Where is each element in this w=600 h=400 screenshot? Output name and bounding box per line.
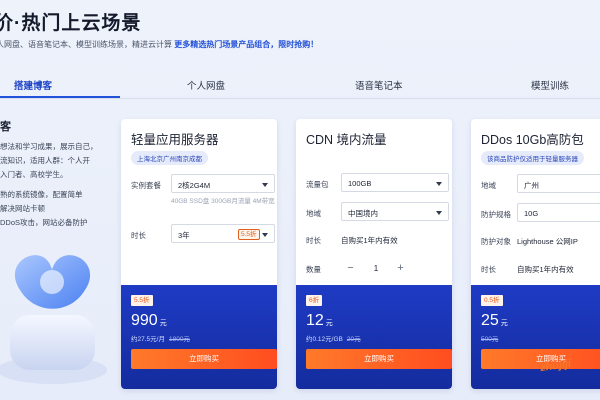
product-card-lighthouse: 轻量应用服务器 上海北京广州南京成都 实例套餐 2核2G4M 40GB SSD盘… (121, 119, 277, 389)
scenario-description: 客 想法和学习成果，展示自己， 流知识，适用人群：个人开 入门者、高校学生。 熟… (0, 120, 98, 230)
price: 25 元 (481, 312, 508, 330)
original-price: 1800元 (168, 336, 190, 343)
page: 价·热门上云场景 人网盘、语音笔记本、模型训练场景，精进云计算 更多精选热门场景… (0, 0, 600, 400)
price-unit: 元 (325, 320, 333, 327)
card-note-tag: 该商品防护仅适用于轻量服务器 (481, 151, 584, 165)
card-region-tag: 上海北京广州南京成都 (131, 151, 208, 165)
spec-select-value: 2核2G4M (178, 181, 211, 190)
price-unit: 元 (159, 320, 167, 327)
card-title: CDN 境内流量 (306, 133, 387, 147)
desc-line: 入门者、高校学生。 (0, 170, 68, 179)
price-value: 25 (481, 312, 499, 329)
duration-value: 自购买1年内有效 (517, 265, 574, 274)
unit-price: 约0.12元/GB (306, 336, 343, 343)
quantity-label: 数量 (306, 265, 321, 274)
duration-label: 时长 (131, 231, 146, 240)
duration-value: 自购买1年内有效 (341, 236, 398, 245)
increment-button[interactable]: + (391, 259, 410, 278)
region-select[interactable]: 中国境内 (341, 202, 449, 221)
tab-model-training[interactable]: 模型训练 (531, 78, 569, 92)
decrement-button[interactable]: − (341, 259, 360, 278)
price: 12 元 (306, 312, 333, 330)
original-price: 20元 (346, 336, 361, 343)
price-detail: 500元 (481, 333, 498, 343)
price-detail: 约27.5元/月 1800元 (131, 333, 190, 343)
price-panel: 6折 12 元 约0.12元/GB 20元 立即购买 (296, 285, 452, 389)
quantity-stepper: − 1 + (341, 259, 411, 278)
price-detail: 约0.12元/GB 20元 (306, 333, 361, 343)
duration-select-value: 3年 (178, 231, 190, 240)
target-label: 防护对象 (481, 237, 511, 246)
card-title: 轻量应用服务器 (131, 133, 219, 147)
buy-now-button[interactable]: 立即购买 (306, 349, 452, 369)
original-price: 500元 (481, 336, 499, 343)
hero-subtitle-link[interactable]: 更多精选热门场景产品组合，限时抢购！ (174, 40, 318, 49)
tab-blog[interactable]: 搭建博客 (14, 78, 52, 92)
duration-select[interactable]: 3年 5.5折 (171, 224, 275, 243)
hero-subtitle-lead: 人网盘、语音笔记本、模型训练场景，精进云计算 (0, 40, 172, 49)
quantity-value[interactable]: 1 (366, 259, 386, 278)
unit-price: 约27.5元/月 (131, 336, 165, 343)
spec-hint: 40GB SSD盘 300GB月流量 4M带宽 (171, 198, 275, 205)
scenario-heading: 客 (0, 121, 11, 133)
desc-line: 熟的系统镜像，配置简单 (0, 190, 83, 199)
region-select-value: 中国境内 (348, 209, 378, 218)
desc-line: 想法和学习成果，展示自己， (0, 142, 98, 151)
price-panel: 0.5折 25 元 500元 立即购买 (471, 285, 600, 389)
spec-select[interactable]: 10G (517, 203, 600, 222)
desc-line: 解决网站卡顿 (0, 204, 45, 213)
discount-badge: 6折 (306, 295, 323, 306)
illustration-image (0, 255, 107, 384)
price-value: 990 (131, 312, 158, 329)
chevron-down-icon (262, 183, 268, 187)
tab-voice-notes[interactable]: 语音笔记本 (355, 78, 403, 92)
duration-label: 时长 (306, 236, 321, 245)
duration-discount-badge: 5.5折 (238, 229, 260, 240)
chevron-down-icon (436, 211, 442, 215)
discount-badge: 0.5折 (481, 295, 503, 306)
chevron-down-icon (436, 182, 442, 186)
duration-label: 时长 (481, 265, 496, 274)
region-label: 地域 (481, 181, 496, 190)
package-select-value: 100GB (348, 179, 372, 188)
product-card-cdn: CDN 境内流量 流量包 100GB 地域 中国境内 时长 自购买1年内有效 数… (296, 119, 452, 389)
product-card-ddos: DDos 10Gb高防包 该商品防护仅适用于轻量服务器 地域 广州 防护规格 1… (471, 119, 600, 389)
price-value: 12 (306, 312, 324, 329)
desc-line: 流知识，适用人群：个人开 (0, 156, 90, 165)
target-value: Lighthouse 公网IP (517, 237, 578, 246)
package-label: 流量包 (306, 180, 329, 189)
hero-title: 价·热门上云场景 (0, 13, 142, 34)
scenario-tabs: 搭建博客 个人网盘 语音笔记本 模型训练 (0, 70, 600, 98)
buy-now-button[interactable]: 立即购买 (131, 349, 277, 369)
spec-select-value: 10G (524, 209, 539, 218)
region-label: 地域 (306, 209, 321, 218)
tab-divider (0, 98, 600, 99)
region-select[interactable]: 广州 (517, 174, 600, 193)
discount-badge: 5.5折 (131, 295, 153, 306)
spec-label: 实例套餐 (131, 181, 161, 190)
tab-netdisk[interactable]: 个人网盘 (187, 78, 225, 92)
price-panel: 5.5折 990 元 约27.5元/月 1800元 立即购买 (121, 285, 277, 389)
card-title: DDos 10Gb高防包 (481, 133, 584, 147)
hero-subtitle: 人网盘、语音笔记本、模型训练场景，精进云计算 更多精选热门场景产品组合，限时抢购… (0, 39, 318, 50)
spec-select[interactable]: 2核2G4M (171, 174, 275, 193)
region-select-value: 广州 (524, 181, 539, 190)
spec-label: 防护规格 (481, 210, 511, 219)
package-select[interactable]: 100GB (341, 173, 449, 192)
price-unit: 元 (500, 320, 508, 327)
price: 990 元 (131, 312, 167, 330)
chevron-down-icon (262, 233, 268, 237)
